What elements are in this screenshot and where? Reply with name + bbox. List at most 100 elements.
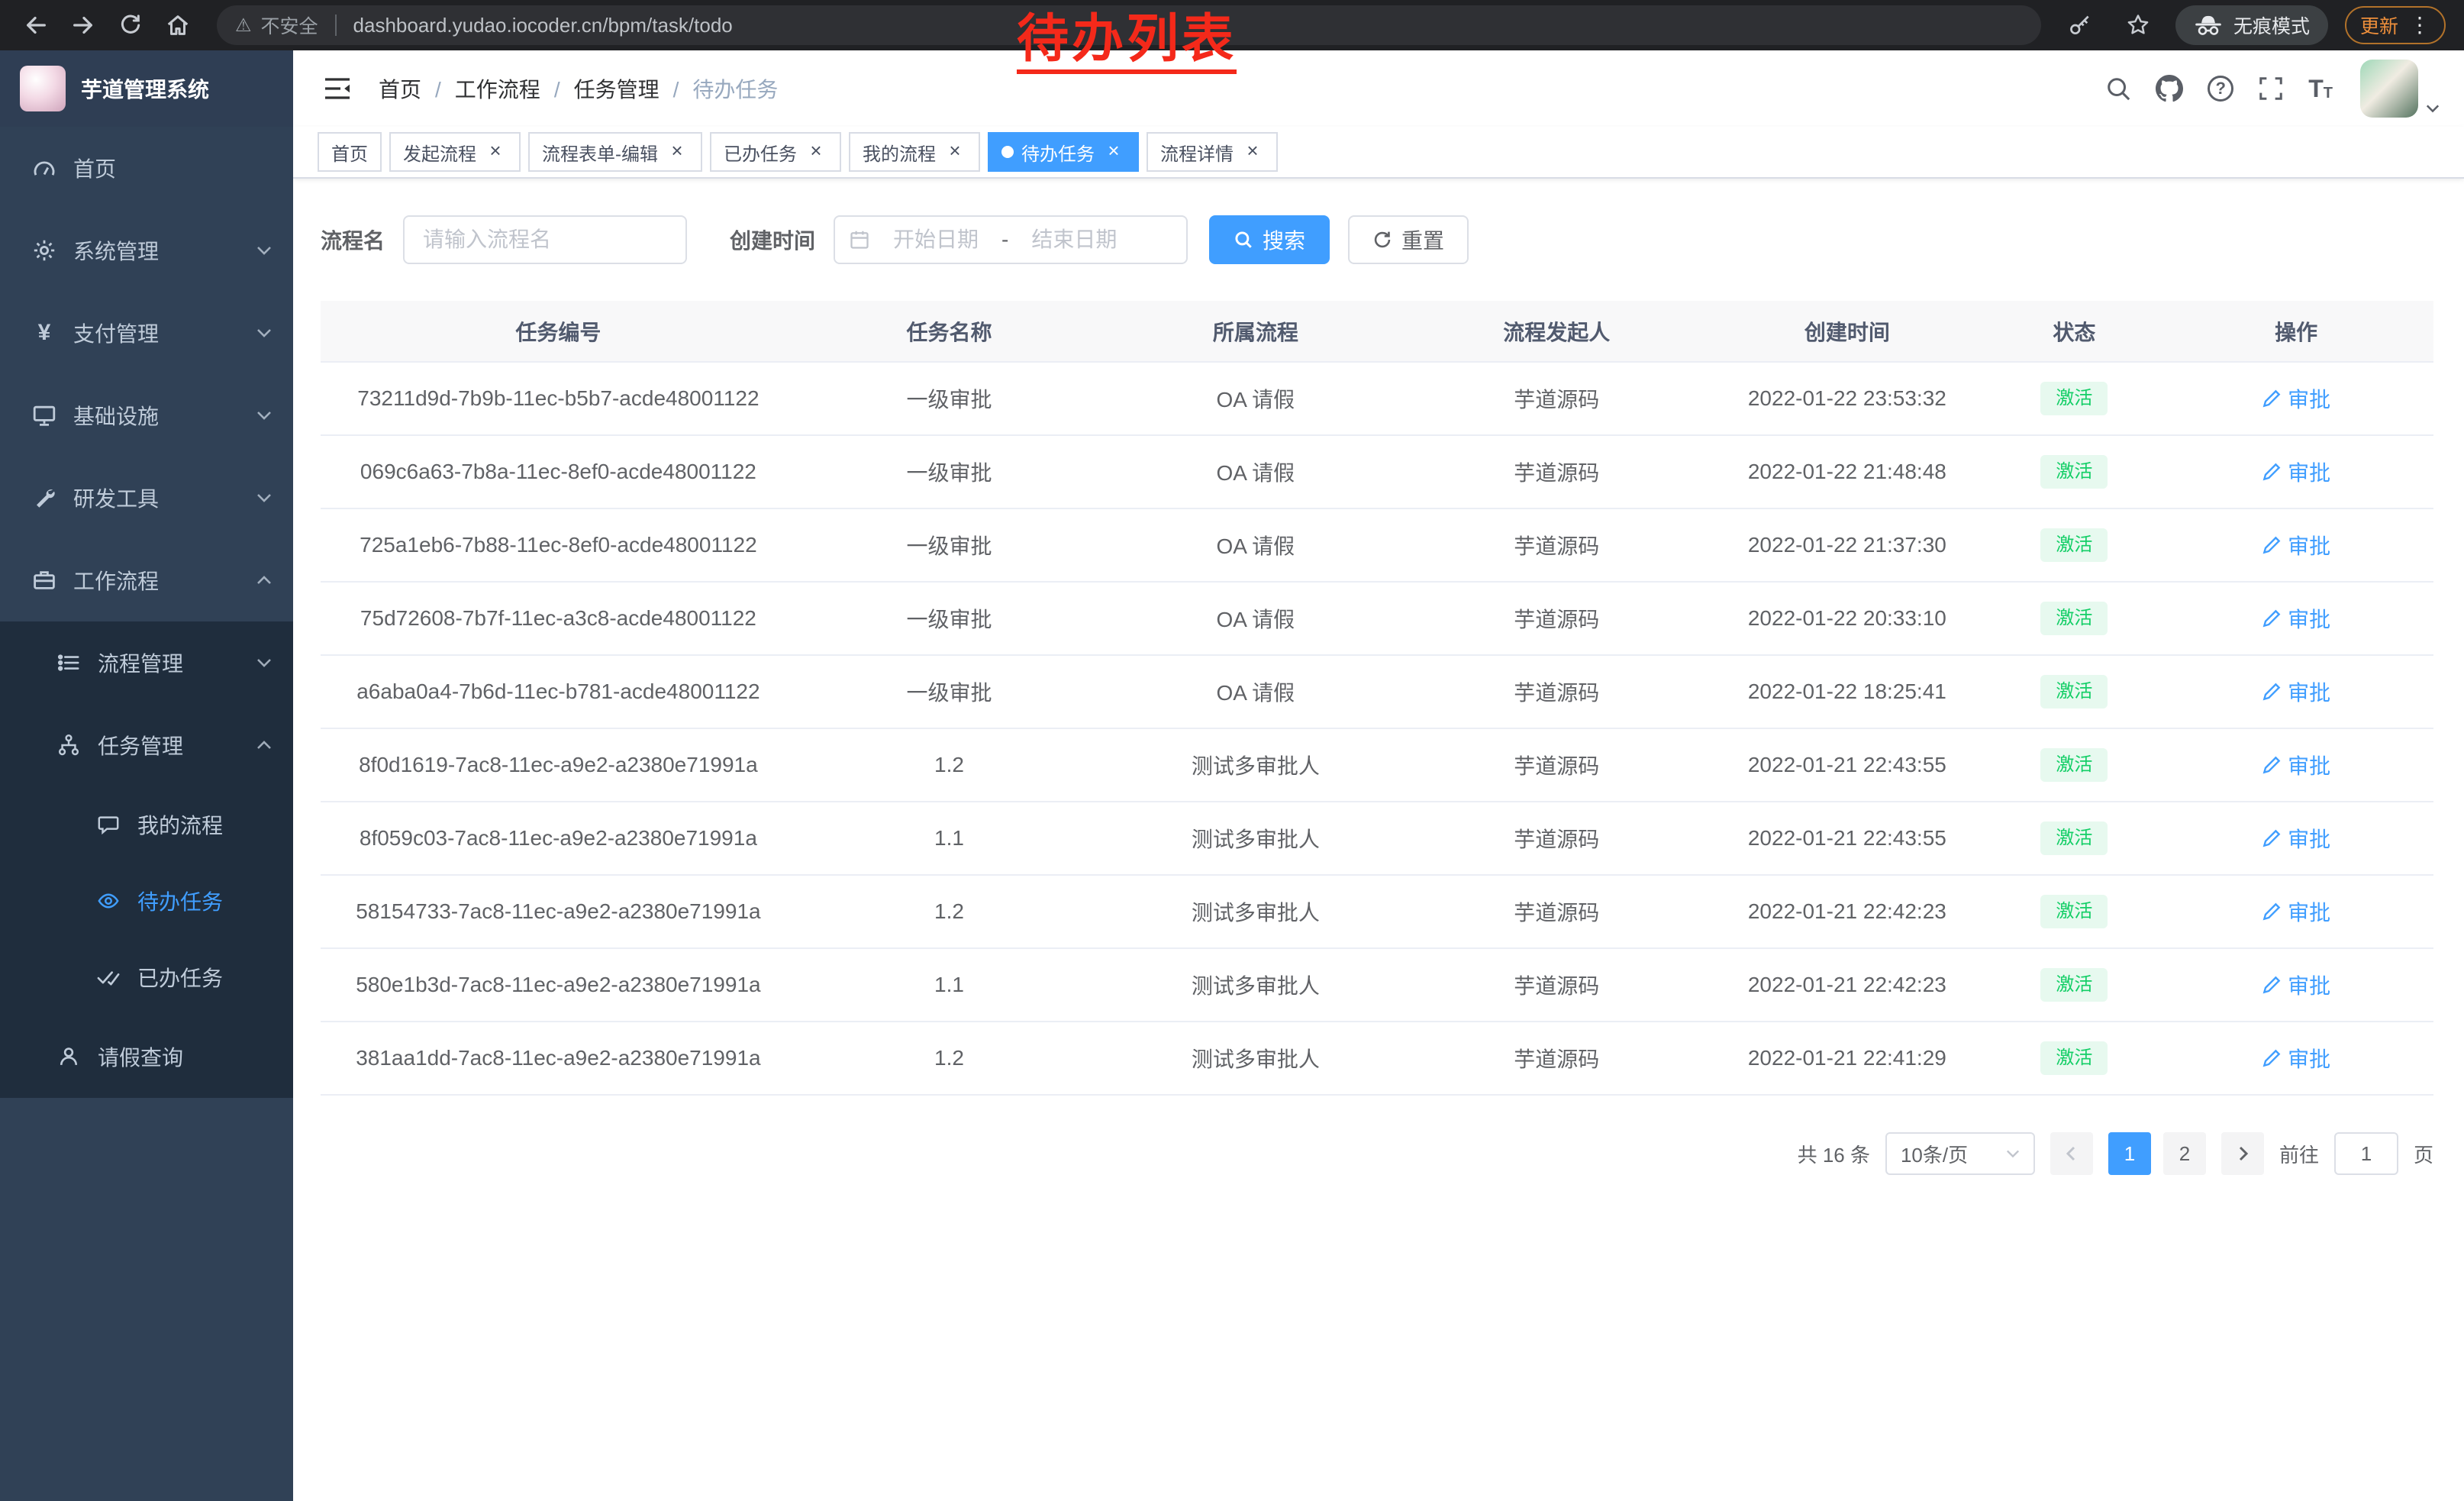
org-icon — [55, 734, 82, 757]
table-row: 725a1eb6-7b88-11ec-8ef0-acde48001122一级审批… — [321, 508, 2433, 582]
cell-created-time: 2022-01-22 18:25:41 — [1704, 655, 1990, 728]
user-menu[interactable] — [2360, 60, 2440, 118]
table-row: 381aa1dd-7ac8-11ec-a9e2-a2380e71991a1.2测… — [321, 1022, 2433, 1095]
home-icon[interactable] — [157, 5, 198, 46]
sidebar-item-devtools[interactable]: 研发工具 — [0, 457, 293, 539]
tab-label: 首页 — [331, 139, 368, 166]
app-logo[interactable]: 芋道管理系统 — [0, 50, 293, 127]
audit-link[interactable]: 审批 — [2262, 1043, 2330, 1073]
question-icon[interactable]: ? — [2208, 76, 2233, 102]
security-label[interactable]: 不安全 — [261, 11, 318, 39]
star-icon[interactable] — [2117, 5, 2159, 46]
col-task-id: 任务编号 — [321, 301, 796, 362]
cell-process: 测试多审批人 — [1102, 802, 1408, 875]
fullscreen-icon[interactable] — [2258, 76, 2284, 102]
tab-item[interactable]: 待办任务× — [988, 132, 1139, 172]
tab-item[interactable]: 我的流程× — [849, 132, 980, 172]
tab-item[interactable]: 流程表单-编辑× — [528, 132, 702, 172]
audit-link[interactable]: 审批 — [2262, 750, 2330, 780]
end-date-input[interactable] — [1014, 226, 1134, 253]
next-page-button[interactable] — [2221, 1132, 2264, 1175]
breadcrumb-item[interactable]: 工作流程 — [455, 73, 574, 104]
sidebar-item-infrastructure[interactable]: 基础设施 — [0, 374, 293, 457]
avatar[interactable] — [2360, 60, 2418, 118]
logo-avatar — [20, 66, 66, 111]
tab-close-icon[interactable]: × — [1102, 140, 1125, 163]
search-icon[interactable] — [2105, 76, 2131, 102]
audit-link[interactable]: 审批 — [2262, 603, 2330, 634]
page-number-button[interactable]: 1 — [2108, 1132, 2151, 1175]
kebab-menu-icon[interactable]: ⋮ — [2409, 15, 2430, 36]
cell-task-id: 725a1eb6-7b88-11ec-8ef0-acde48001122 — [321, 508, 796, 582]
tab-close-icon[interactable]: × — [666, 140, 689, 163]
audit-link[interactable]: 审批 — [2262, 383, 2330, 414]
back-icon[interactable] — [15, 5, 56, 46]
search-button[interactable]: 搜索 — [1209, 215, 1330, 264]
update-button[interactable]: 更新 ⋮ — [2345, 6, 2446, 44]
forward-icon[interactable] — [63, 5, 104, 46]
sidebar-item-task-mgmt[interactable]: 任务管理 — [0, 704, 293, 786]
audit-link[interactable]: 审批 — [2262, 970, 2330, 1000]
github-icon[interactable] — [2156, 75, 2183, 102]
audit-link[interactable]: 审批 — [2262, 457, 2330, 487]
incognito-icon — [2194, 15, 2223, 36]
sidebar-item-label: 任务管理 — [98, 730, 183, 760]
table-row: a6aba0a4-7b6d-11ec-b781-acde48001122一级审批… — [321, 655, 2433, 728]
sidebar-item-todo-tasks[interactable]: 待办任务 — [0, 863, 293, 939]
gear-icon — [31, 238, 58, 263]
font-size-icon[interactable]: TT — [2308, 76, 2333, 101]
table-row: 73211d9d-7b9b-11ec-b5b7-acde48001122一级审批… — [321, 362, 2433, 435]
sidebar-item-workflow[interactable]: 工作流程 — [0, 539, 293, 621]
table-row: 8f0d1619-7ac8-11ec-a9e2-a2380e71991a1.2测… — [321, 728, 2433, 802]
tab-close-icon[interactable]: × — [484, 140, 507, 163]
tab-item[interactable]: 流程详情× — [1147, 132, 1278, 172]
audit-link[interactable]: 审批 — [2262, 823, 2330, 854]
status-badge: 激活 — [2040, 748, 2108, 781]
breadcrumb-item[interactable]: 任务管理 — [574, 73, 693, 104]
refresh-icon[interactable] — [110, 5, 151, 46]
sidebar-item-label: 系统管理 — [73, 235, 159, 266]
col-status: 状态 — [1990, 301, 2159, 362]
sidebar-item-done-tasks[interactable]: 已办任务 — [0, 939, 293, 1015]
page-number-button[interactable]: 2 — [2163, 1132, 2206, 1175]
start-date-input[interactable] — [876, 226, 995, 253]
key-icon[interactable] — [2059, 5, 2101, 46]
audit-link[interactable]: 审批 — [2262, 530, 2330, 560]
tab-close-icon[interactable]: × — [1241, 140, 1264, 163]
cell-status: 激活 — [1990, 582, 2159, 655]
reset-button[interactable]: 重置 — [1348, 215, 1469, 264]
status-badge: 激活 — [2040, 675, 2108, 708]
audit-link[interactable]: 审批 — [2262, 676, 2330, 707]
status-badge: 激活 — [2040, 1041, 2108, 1074]
sidebar-item-home[interactable]: 首页 — [0, 127, 293, 209]
sidebar-item-label: 请假查询 — [98, 1041, 183, 1072]
sidebar-item-payment[interactable]: ¥ 支付管理 — [0, 292, 293, 374]
sidebar-item-process-mgmt[interactable]: 流程管理 — [0, 621, 293, 704]
prev-page-button[interactable] — [2050, 1132, 2093, 1175]
list-icon — [55, 651, 82, 674]
breadcrumb-item[interactable]: 首页 — [379, 73, 455, 104]
sidebar-item-system[interactable]: 系统管理 — [0, 209, 293, 292]
page-size-select[interactable]: 10条/页 — [1885, 1132, 2035, 1175]
audit-link[interactable]: 审批 — [2262, 896, 2330, 927]
cell-status: 激活 — [1990, 875, 2159, 948]
page-number-list: 12 — [2108, 1132, 2206, 1175]
date-range-picker[interactable]: - — [834, 215, 1188, 264]
sidebar-item-leave-query[interactable]: 请假查询 — [0, 1015, 293, 1098]
tab-item[interactable]: 已办任务× — [710, 132, 841, 172]
page-size-value: 10条/页 — [1901, 1140, 1968, 1168]
goto-page-input[interactable] — [2334, 1132, 2398, 1175]
chevron-up-icon — [256, 576, 272, 585]
process-name-label: 流程名 — [321, 224, 385, 255]
tab-close-icon[interactable]: × — [805, 140, 827, 163]
tab-item[interactable]: 首页 — [318, 132, 382, 172]
pagination: 共 16 条 10条/页 12 前往 页 — [321, 1132, 2433, 1175]
tab-close-icon[interactable]: × — [943, 140, 966, 163]
sidebar-item-my-process[interactable]: 我的流程 — [0, 786, 293, 863]
status-badge: 激活 — [2040, 455, 2108, 488]
sidebar-fold-button[interactable] — [318, 70, 357, 107]
tab-item[interactable]: 发起流程× — [389, 132, 521, 172]
cell-action: 审批 — [2159, 508, 2433, 582]
cell-action: 审批 — [2159, 1022, 2433, 1095]
process-name-input[interactable] — [403, 215, 687, 264]
